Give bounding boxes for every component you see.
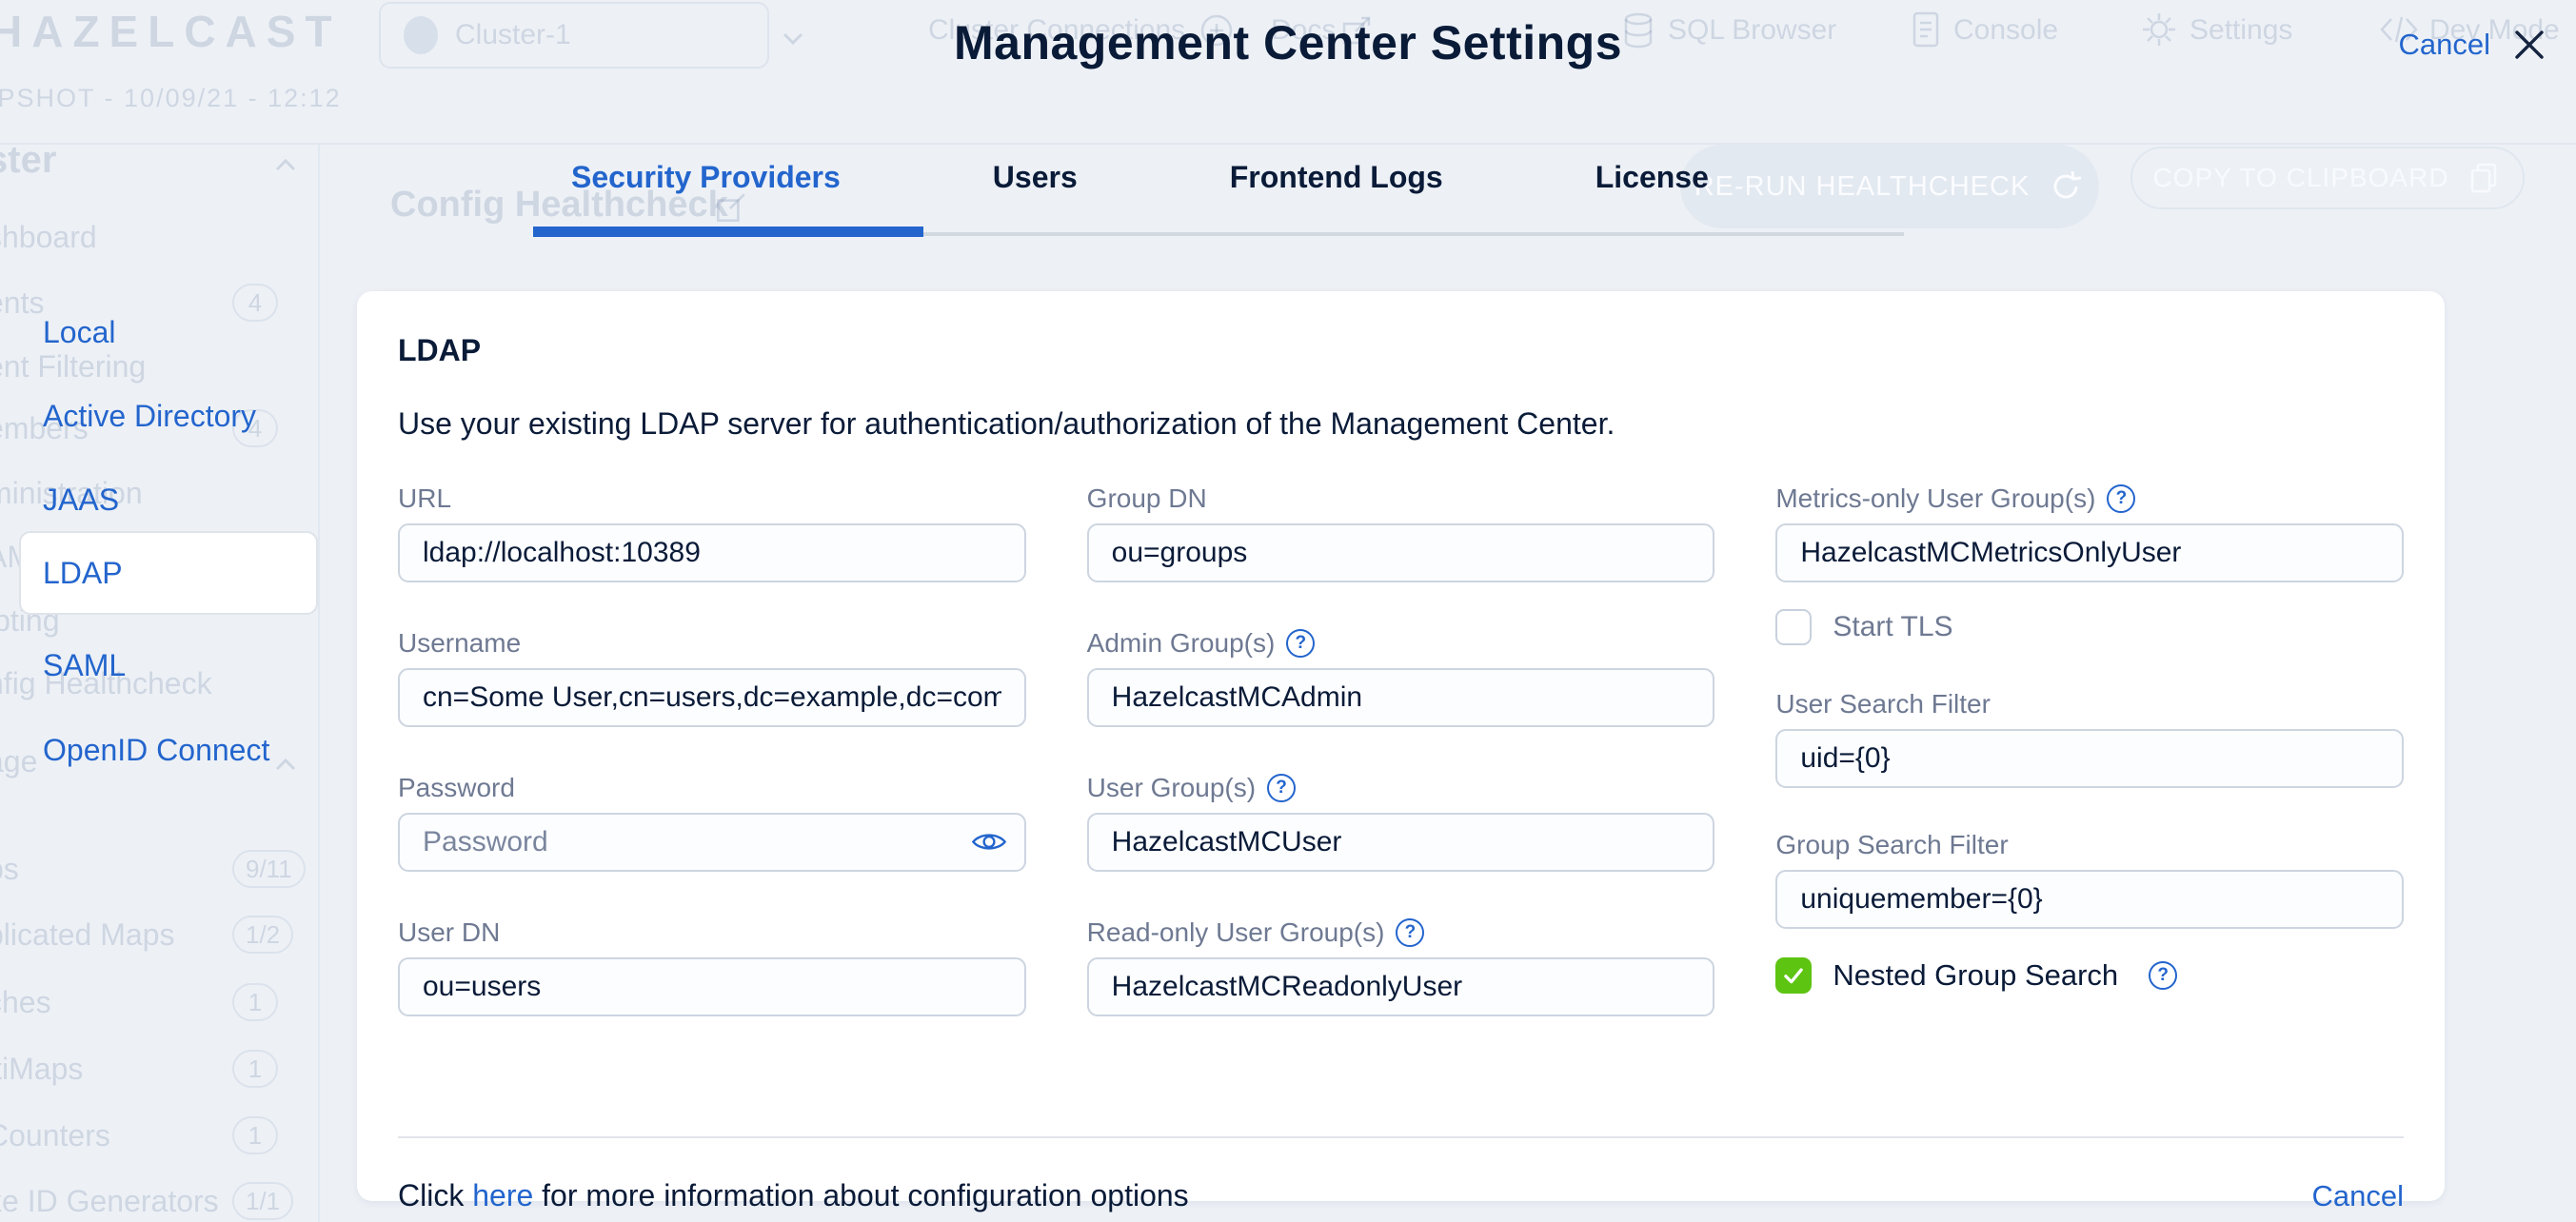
tab-license[interactable]: License — [1557, 160, 1747, 195]
url-field: URL — [398, 483, 1026, 582]
ldap-panel: LDAP Use your existing LDAP server for a… — [357, 291, 2445, 1212]
check-icon — [1784, 968, 1804, 984]
start-tls-label: Start TLS — [1833, 611, 1953, 642]
group-dn-label: Group DN — [1086, 483, 1207, 513]
metrics-groups-input[interactable] — [1775, 523, 2405, 582]
url-input[interactable] — [398, 523, 1026, 582]
group-search-filter-input[interactable] — [1775, 870, 2405, 929]
nested-group-search-row: Nested Group Search ? — [1775, 957, 2404, 994]
nested-group-search-checkbox[interactable] — [1775, 957, 1813, 994]
readonly-groups-label: Read-only User Group(s) — [1086, 917, 1385, 947]
password-input[interactable] — [398, 813, 1026, 872]
admin-groups-field: Admin Group(s)? — [1086, 628, 1715, 727]
cancel-link-top[interactable]: Cancel — [2399, 28, 2491, 62]
sidebar-item-ldap[interactable]: LDAP — [19, 531, 318, 615]
admin-groups-label: Admin Group(s) — [1086, 628, 1276, 658]
form-column-2: Group DN Admin Group(s)? User Group(s)? … — [1086, 483, 1715, 1062]
admin-groups-input[interactable] — [1086, 668, 1715, 727]
footer-prefix: Click — [398, 1178, 473, 1212]
sidebar-item-jaas[interactable]: JAAS — [43, 483, 119, 518]
close-icon[interactable] — [2509, 25, 2549, 65]
modal-cancel-area: Cancel — [2399, 25, 2550, 65]
metrics-groups-field: Metrics-only User Group(s)? — [1775, 483, 2405, 582]
sidebar-item-ldap-label: LDAP — [43, 555, 123, 590]
help-icon[interactable]: ? — [1396, 918, 1425, 947]
metrics-groups-label: Metrics-only User Group(s) — [1775, 483, 2096, 513]
user-search-filter-input[interactable] — [1775, 729, 2405, 788]
footer-info-text: Click here for more information about co… — [398, 1178, 1189, 1213]
sidebar-item-openid-connect[interactable]: OpenID Connect — [43, 733, 269, 768]
form-column-3: Metrics-only User Group(s)? Start TLS Us… — [1775, 483, 2405, 1062]
readonly-groups-field: Read-only User Group(s)? — [1086, 917, 1715, 1016]
panel-heading: LDAP — [398, 333, 482, 367]
group-dn-field: Group DN — [1086, 483, 1715, 582]
help-icon[interactable]: ? — [2107, 484, 2136, 513]
user-groups-field: User Group(s)? — [1086, 773, 1715, 872]
username-input[interactable] — [398, 668, 1026, 727]
management-center-settings-screen: { "colors": { "accent_blue": "#2365cd", … — [0, 0, 2576, 1222]
url-label: URL — [398, 483, 452, 513]
user-search-filter-field: User Search Filter — [1775, 689, 2405, 788]
cancel-link-bottom[interactable]: Cancel — [2312, 1179, 2405, 1213]
group-search-filter-field: Group Search Filter — [1775, 830, 2405, 929]
readonly-groups-input[interactable] — [1086, 957, 1715, 1016]
user-dn-field: User DN — [398, 917, 1026, 1016]
tab-users[interactable]: Users — [955, 160, 1116, 195]
sidebar-item-saml[interactable]: SAML — [43, 648, 126, 683]
card-divider — [398, 1136, 2404, 1138]
sidebar-item-active-directory[interactable]: Active Directory — [43, 399, 256, 434]
nested-group-search-label: Nested Group Search — [1833, 958, 2119, 992]
card-footer: Click here for more information about co… — [398, 1178, 2404, 1213]
ldap-form: URL Username Password — [398, 483, 2405, 1062]
user-groups-label: User Group(s) — [1086, 773, 1257, 802]
username-label: Username — [398, 628, 522, 658]
password-label: Password — [398, 773, 515, 802]
group-dn-input[interactable] — [1086, 523, 1715, 582]
active-tab-underline — [533, 227, 923, 237]
form-column-1: URL Username Password — [398, 483, 1026, 1062]
password-field: Password — [398, 773, 1026, 872]
here-link[interactable]: here — [472, 1178, 533, 1212]
settings-modal: Management Center Settings Cancel Securi… — [0, 0, 2576, 1222]
start-tls-row: Start TLS — [1775, 609, 2404, 645]
user-dn-input[interactable] — [398, 957, 1026, 1016]
panel-description: Use your existing LDAP server for authen… — [398, 406, 1615, 441]
group-search-filter-label: Group Search Filter — [1775, 830, 2009, 859]
username-field: Username — [398, 628, 1026, 727]
user-dn-label: User DN — [398, 917, 501, 947]
show-password-eye-icon[interactable] — [971, 829, 1007, 855]
help-icon[interactable]: ? — [2149, 961, 2178, 990]
footer-suffix: for more information about configuration… — [533, 1178, 1189, 1212]
start-tls-checkbox[interactable] — [1775, 609, 1813, 645]
page-title: Management Center Settings — [953, 16, 1622, 69]
sidebar-item-local[interactable]: Local — [43, 315, 116, 350]
tab-frontend-logs[interactable]: Frontend Logs — [1192, 160, 1481, 195]
tab-security-providers[interactable]: Security Providers — [533, 160, 879, 195]
help-icon[interactable]: ? — [1286, 629, 1316, 658]
settings-tabs: Security Providers Users Frontend Logs L… — [533, 160, 1747, 195]
user-groups-input[interactable] — [1086, 813, 1715, 872]
user-search-filter-label: User Search Filter — [1775, 689, 1991, 719]
help-icon[interactable]: ? — [1267, 774, 1297, 802]
